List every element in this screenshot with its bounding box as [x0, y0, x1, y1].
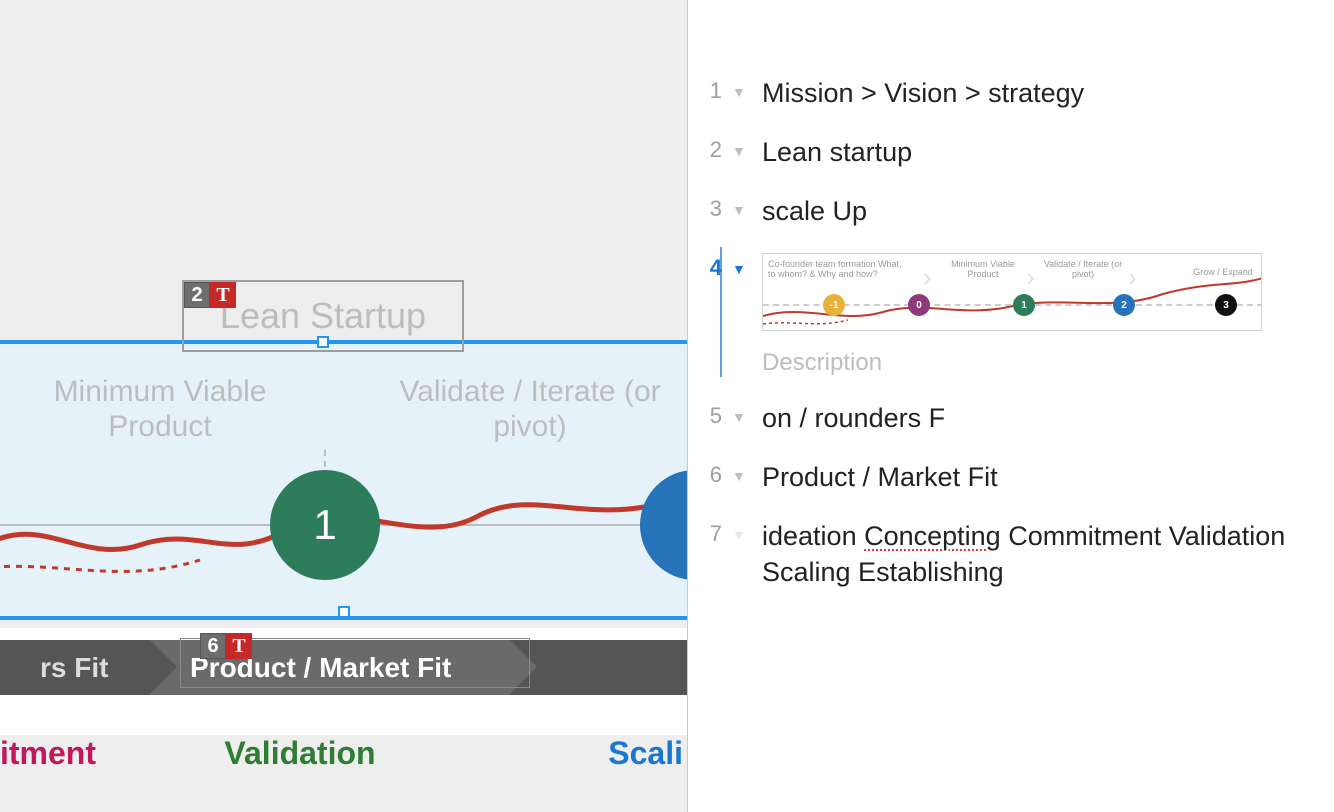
outline-text[interactable]: on / rounders F — [762, 401, 1310, 436]
mini-stage-num: -1 — [830, 300, 839, 311]
element-badge-segment: 6 T — [200, 633, 252, 659]
outline-text[interactable]: Lean startup — [762, 135, 1310, 170]
phase-scaling[interactable]: Scali — [450, 735, 688, 772]
chevron-icon: › — [1026, 262, 1035, 293]
slide-title[interactable]: Lean Startup — [220, 295, 426, 337]
outline-row[interactable]: 5 ▼ on / rounders F — [688, 395, 1334, 454]
app-root: Lean Startup 2 T Minimum Viable Product … — [0, 0, 1334, 812]
outline-row[interactable]: 2 ▼ Lean startup — [688, 129, 1334, 188]
outline-row[interactable]: 6 ▼ Product / Market Fit — [688, 454, 1334, 513]
outline-text[interactable]: Product / Market Fit — [762, 460, 1310, 495]
mini-stage-num: 0 — [916, 300, 922, 311]
spellcheck-underline: Concepting — [864, 521, 1001, 551]
slide-thumbnail[interactable]: Co-founder team formation What, to whom?… — [762, 253, 1262, 331]
outline-row[interactable]: 7 ▼ ideation Concepting Commitment Valid… — [688, 513, 1334, 607]
outline-row[interactable]: 3 ▼ scale Up — [688, 188, 1334, 247]
slide-thumbnail-container[interactable]: Co-founder team formation What, to whom?… — [762, 253, 1310, 377]
badge-number: 6 — [200, 633, 226, 659]
canvas-pane[interactable]: Lean Startup 2 T Minimum Viable Product … — [0, 0, 688, 812]
label-validate[interactable]: Validate / Iterate (or pivot) — [390, 375, 670, 444]
thumb-label: Minimum Viable Product — [943, 260, 1023, 280]
chevron-icon: › — [1128, 262, 1137, 293]
collapse-arrow-icon[interactable]: ▼ — [732, 76, 752, 100]
badge-text-icon: T — [210, 282, 236, 308]
selection-indicator — [720, 247, 722, 377]
outline-row-selected[interactable]: 4 ▼ Co-founder team formation What, to w… — [688, 247, 1334, 395]
outline-text[interactable]: scale Up — [762, 194, 1310, 229]
badge-text-icon: T — [226, 633, 252, 659]
collapse-arrow-icon[interactable]: ▼ — [732, 253, 752, 277]
chevron-label: rs Fit — [40, 652, 108, 684]
thumb-label: Validate / Iterate (or pivot) — [1043, 260, 1123, 280]
resize-handle-icon[interactable] — [317, 336, 329, 348]
row-number: 3 — [698, 194, 722, 222]
outline-text[interactable]: ideation Concepting Commitment Validatio… — [762, 519, 1310, 589]
mini-stage-num: 1 — [1021, 300, 1027, 311]
row-number: 5 — [698, 401, 722, 429]
collapse-arrow-icon[interactable]: ▼ — [732, 135, 752, 159]
row-number: 1 — [698, 76, 722, 104]
mini-stage-num: 2 — [1121, 300, 1127, 311]
collapse-arrow-icon[interactable]: ▼ — [732, 401, 752, 425]
thumbnail-description-placeholder[interactable]: Description — [762, 349, 1310, 377]
collapse-arrow-icon[interactable]: ▼ — [732, 519, 752, 543]
text-part: ideation — [762, 521, 864, 551]
spacer — [0, 628, 688, 640]
phase-commitment[interactable]: itment — [0, 735, 150, 772]
element-badge-title: 2 T — [184, 282, 236, 308]
stage-circle-1[interactable]: 1 — [270, 470, 380, 580]
chevron-icon: › — [923, 262, 932, 293]
outline-pane[interactable]: 1 ▼ Mission > Vision > strategy 2 ▼ Lean… — [688, 0, 1334, 812]
thumb-label: Grow / Expand — [1183, 268, 1262, 278]
row-number: 6 — [698, 460, 722, 488]
chevron-row: rs Fit Product / Market Fit — [0, 640, 688, 695]
collapse-arrow-icon[interactable]: ▼ — [732, 194, 752, 218]
outline-row[interactable]: 1 ▼ Mission > Vision > strategy — [688, 70, 1334, 129]
thumb-label: Co-founder team formation What, to whom?… — [768, 260, 908, 280]
resize-handle-icon[interactable] — [338, 606, 350, 618]
mini-stage-num: 3 — [1223, 300, 1229, 311]
row-number: 4 — [698, 253, 722, 281]
spacer — [0, 695, 688, 735]
row-number: 2 — [698, 135, 722, 163]
badge-number: 2 — [184, 282, 210, 308]
label-mvp[interactable]: Minimum Viable Product — [20, 375, 300, 444]
stage-number: 1 — [313, 501, 336, 549]
outline-text[interactable]: Mission > Vision > strategy — [762, 76, 1310, 111]
phase-validation[interactable]: Validation — [150, 735, 450, 772]
row-number: 7 — [698, 519, 722, 547]
phase-row: itment Validation Scali — [0, 735, 688, 772]
chevron-segment[interactable]: rs Fit — [0, 640, 150, 695]
collapse-arrow-icon[interactable]: ▼ — [732, 460, 752, 484]
